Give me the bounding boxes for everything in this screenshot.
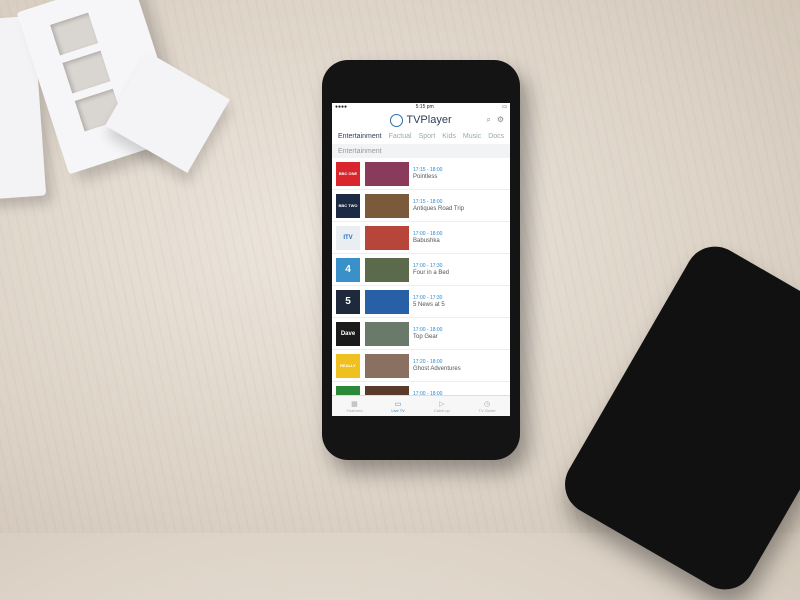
channel-logo: BBC ONE (336, 161, 360, 186)
programme-info: 17:15 - 18:00 Antiques Road Trip (413, 199, 464, 212)
programme-title: Four in a Bed (413, 270, 450, 276)
featured-icon: ▦ (351, 400, 358, 408)
tab-kids[interactable]: Kids (442, 133, 456, 140)
programme-thumbnail (365, 193, 409, 218)
tabbar-featured[interactable]: ▦ Featured (346, 400, 362, 413)
status-time: 5:15 pm (415, 104, 434, 110)
tabbar-label: Catch up (433, 407, 450, 413)
programme-time: 17:15 - 18:00 (413, 167, 443, 173)
signal-icon: ●●●● (335, 104, 348, 110)
status-bar: ●●●● 5:15 pm ▭ (332, 103, 510, 111)
programme-title: Pointless (413, 174, 438, 180)
tab-entertainment[interactable]: Entertainment (338, 133, 382, 140)
tabbar-tv-guide[interactable]: ◷ TV Guide (479, 400, 496, 413)
channel-row[interactable]: 4 17:00 - 17:30 Four in a Bed (332, 254, 510, 286)
programme-thumbnail (365, 257, 409, 282)
category-tabs: Entertainment Factual Sport Kids Music Docs (332, 129, 510, 144)
programme-title: 5 News at 5 (413, 302, 445, 308)
programme-time: 17:00 - 18:00 (413, 327, 443, 333)
programme-thumbnail (365, 289, 409, 314)
channel-list: BBC ONE 17:15 - 18:00 Pointless BBC TWO 17:1… (332, 158, 510, 414)
programme-time: 17:00 - 18:00 (413, 231, 443, 237)
channel-row[interactable]: ITV 17:00 - 18:00 Babushka (332, 222, 510, 254)
programme-title: Antiques Road Trip (413, 206, 465, 212)
channel-logo: REALLY (336, 353, 360, 378)
app-title: TVPlayer (406, 114, 452, 126)
programme-title: Ghost Adventures (413, 366, 461, 372)
toy-window (62, 50, 111, 94)
programme-thumbnail (365, 321, 409, 346)
channel-row[interactable]: 5 17:00 - 17:30 5 News at 5 (332, 286, 510, 318)
channel-logo: ITV (336, 225, 360, 250)
app-header: TVPlayer ⌕ ⚙ (332, 111, 510, 129)
programme-time: 17:00 - 17:30 (413, 263, 443, 269)
programme-info: 17:00 - 18:00 Babushka (413, 231, 442, 244)
programme-time: 17:20 - 18:00 (413, 359, 443, 365)
tvplayer-logo-icon (390, 113, 404, 127)
programme-info: 17:00 - 17:30 5 News at 5 (413, 295, 445, 308)
search-icon[interactable]: ⌕ (486, 115, 490, 125)
programme-time: 17:15 - 18:00 (413, 199, 443, 205)
tabbar-label: Featured (346, 407, 363, 413)
gear-icon[interactable]: ⚙ (497, 115, 504, 125)
channel-logo: BBC TWO (336, 193, 360, 218)
channel-row[interactable]: Dave 17:00 - 18:00 Top Gear (332, 318, 510, 350)
programme-thumbnail (365, 353, 409, 378)
programme-info: 17:00 - 18:00 Top Gear (413, 327, 442, 340)
tab-factual[interactable]: Factual (389, 133, 412, 140)
channel-logo: Dave (336, 321, 360, 346)
programme-thumbnail (365, 161, 409, 186)
programme-thumbnail (365, 225, 409, 250)
clock-icon: ◷ (484, 400, 491, 408)
channel-logo: 4 (336, 257, 360, 282)
tab-music[interactable]: Music (463, 133, 481, 140)
programme-info: 17:20 - 18:00 Ghost Adventures (413, 359, 461, 372)
programme-title: Top Gear (413, 334, 438, 340)
tv-icon: ▭ (394, 400, 402, 408)
channel-row[interactable]: REALLY 17:20 - 18:00 Ghost Adventures (332, 350, 510, 382)
toy-window (50, 12, 99, 56)
programme-title: Babushka (413, 238, 440, 244)
programme-info: 17:00 - 17:30 Four in a Bed (413, 263, 449, 276)
channel-row[interactable]: BBC ONE 17:15 - 18:00 Pointless (332, 158, 510, 190)
phone-screen: ●●●● 5:15 pm ▭ TVPlayer ⌕ ⚙ Entertainmen… (332, 103, 510, 416)
programme-info: 17:15 - 18:00 Pointless (413, 167, 442, 180)
bottom-tab-bar: ▦ Featured ▭ Live TV ▷ Catch up ◷ TV Guide (332, 395, 510, 416)
tabbar-label: TV Guide (478, 407, 496, 413)
channel-logo: 5 (336, 289, 360, 314)
tabbar-label: Live TV (391, 407, 405, 413)
play-icon: ▷ (439, 400, 445, 408)
tabbar-catch-up[interactable]: ▷ Catch up (434, 400, 450, 413)
tabbar-live-tv[interactable]: ▭ Live TV (391, 400, 405, 413)
tab-sport[interactable]: Sport (419, 133, 436, 140)
channel-row[interactable]: BBC TWO 17:15 - 18:00 Antiques Road Trip (332, 190, 510, 222)
programme-time: 17:00 - 17:30 (413, 295, 443, 301)
battery-icon: ▭ (502, 104, 507, 110)
tab-docs[interactable]: Docs (488, 133, 504, 140)
section-header: Entertainment (332, 144, 510, 158)
